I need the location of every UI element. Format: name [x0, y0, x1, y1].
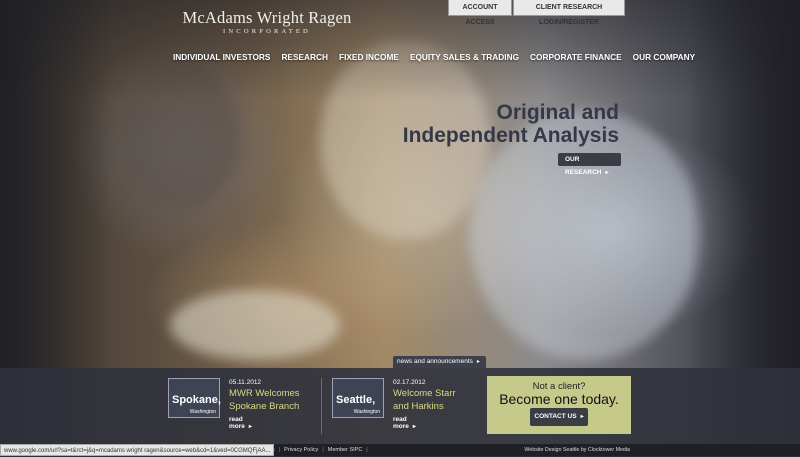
- footer-links: res|Privacy Policy|Member SIPC|: [267, 445, 372, 455]
- client-research-login-button[interactable]: CLIENT RESEARCH LOGIN/REGISTER: [513, 0, 625, 26]
- account-access-button[interactable]: ACCOUNT ACCESS: [448, 0, 512, 26]
- news-tab-label: news and announcements: [397, 358, 473, 365]
- read-more-link[interactable]: read more ▸: [393, 416, 416, 430]
- hero-headline: Original and Independent Analysis: [403, 101, 619, 147]
- news-tab[interactable]: news and announcements ▸: [393, 356, 486, 368]
- separator: |: [366, 447, 368, 453]
- arrow-right-icon: ▸: [412, 424, 416, 430]
- news-title[interactable]: MWR Welcomes Spokane Branch: [229, 387, 309, 413]
- news-title[interactable]: Welcome Starr and Harkins: [393, 387, 473, 413]
- our-research-label: OUR RESEARCH: [565, 156, 602, 176]
- arrow-right-icon: ▸: [476, 359, 480, 365]
- separator: |: [322, 447, 324, 453]
- thumbnail-city: Seattle,: [336, 394, 376, 406]
- our-research-button[interactable]: OUR RESEARCH ▸: [558, 153, 621, 176]
- nav-equity-sales-trading[interactable]: EQUITY SALES & TRADING: [410, 52, 519, 62]
- nav-individual-investors[interactable]: INDIVIDUAL INVESTORS: [173, 52, 270, 62]
- logo-name: McAdams Wright Ragen: [182, 8, 352, 27]
- nav-corporate-finance[interactable]: CORPORATE FINANCE: [530, 52, 622, 62]
- hero-headline-line1: Original and: [496, 101, 619, 124]
- arrow-right-icon: ▸: [580, 414, 584, 420]
- arrow-right-icon: ▸: [605, 170, 609, 176]
- become-client-promo: Not a client? Become one today. CONTACT …: [487, 376, 631, 434]
- nav-fixed-income[interactable]: FIXED INCOME: [339, 52, 399, 62]
- read-more-label: read more: [393, 416, 409, 430]
- contact-us-button[interactable]: CONTACT US ▸: [530, 408, 588, 426]
- hero-headline-line2: Independent Analysis: [402, 124, 619, 147]
- logo[interactable]: McAdams Wright Ragen INCORPORATED: [172, 8, 362, 35]
- thumbnail-state: Washington: [353, 409, 380, 415]
- main-nav: INDIVIDUAL INVESTORS RESEARCH FIXED INCO…: [173, 52, 706, 62]
- logo-sub: INCORPORATED: [223, 28, 311, 35]
- design-credit[interactable]: Website Design Seattle by Clocktower Med…: [524, 445, 630, 455]
- separator: |: [278, 447, 281, 453]
- promo-headline: Become one today.: [499, 391, 619, 407]
- read-more-label: read more: [229, 416, 245, 430]
- member-sipc-link[interactable]: Member SIPC: [328, 447, 363, 453]
- privacy-policy-link[interactable]: Privacy Policy: [284, 447, 318, 453]
- nav-research[interactable]: RESEARCH: [281, 52, 328, 62]
- contact-us-label: CONTACT US: [534, 413, 577, 420]
- thumbnail-state: Washington: [189, 409, 216, 415]
- arrow-right-icon: ▸: [248, 424, 252, 430]
- browser-status-bar: www.google.com/url?sa=t&rct=j&q=mcadams …: [0, 444, 275, 456]
- news-thumbnail[interactable]: Spokane, Washington: [168, 378, 221, 418]
- read-more-link[interactable]: read more ▸: [229, 416, 252, 430]
- news-thumbnail[interactable]: Seattle, Washington: [332, 378, 384, 418]
- thumbnail-city: Spokane,: [172, 394, 221, 406]
- news-date: 05.11.2012: [229, 379, 262, 386]
- news-date: 02.17.2012: [393, 379, 426, 386]
- divider: [321, 378, 322, 434]
- nav-our-company[interactable]: OUR COMPANY: [633, 52, 696, 62]
